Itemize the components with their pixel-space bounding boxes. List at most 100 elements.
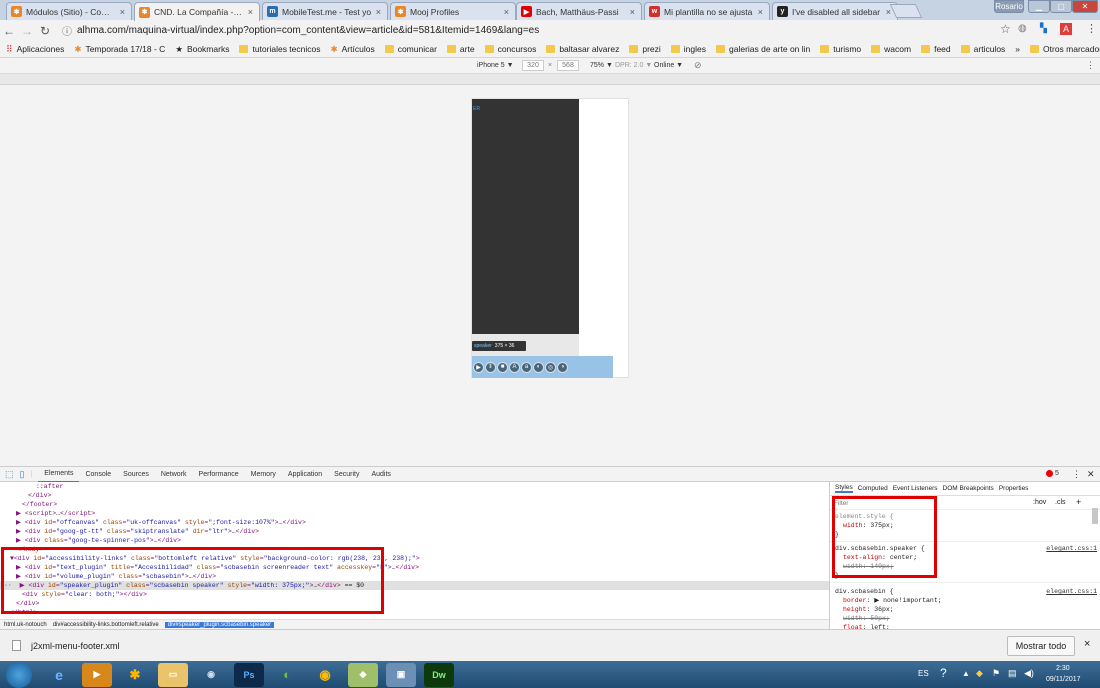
network-icon[interactable]: ▤ — [1008, 668, 1017, 679]
clock-date[interactable]: 09/11/2017 — [1046, 676, 1081, 683]
app-icon[interactable]: ◆ — [348, 662, 378, 687]
browser-tab[interactable]: y I've disabled all sidebar × — [772, 2, 898, 20]
styles-scrollbar[interactable] — [1092, 508, 1098, 524]
close-tab-icon[interactable]: × — [376, 7, 381, 17]
devtools-close-icon[interactable]: ✕ — [1087, 469, 1095, 480]
close-tab-icon[interactable]: × — [758, 7, 763, 17]
tab-elements[interactable]: Elements — [38, 466, 80, 483]
bookmarks-more[interactable]: » — [1015, 44, 1020, 54]
app-icon[interactable]: ✱ — [120, 663, 150, 687]
volume-icon[interactable]: ◀) — [1024, 668, 1034, 679]
tab-computed[interactable]: Computed — [858, 485, 888, 492]
bookmark-folder[interactable]: articulos — [960, 44, 1005, 54]
devtools-menu-icon[interactable]: ⋮ — [1072, 469, 1081, 480]
dreamweaver-icon[interactable]: Dw — [424, 662, 454, 687]
settings-icon[interactable]: ◑ — [557, 361, 568, 373]
bookmark-folder[interactable]: tutoriales tecnicos — [239, 44, 321, 54]
tab-performance[interactable]: Performance — [193, 467, 245, 482]
bookmark-apps[interactable]: ⠿ Aplicaciones — [6, 44, 64, 55]
error-counter[interactable]: 5 — [1046, 470, 1059, 477]
clock-time[interactable]: 2:30 — [1056, 665, 1070, 672]
close-tab-icon[interactable]: × — [630, 7, 635, 17]
tab-dom-breakpoints[interactable]: DOM Breakpoints — [943, 485, 994, 492]
breadcrumb-item[interactable]: div#accessibility-links.bottomleft.relat… — [53, 622, 159, 628]
device-width-input[interactable]: 320 — [522, 60, 544, 71]
download-close-icon[interactable]: × — [1084, 638, 1090, 650]
accessibility-icon[interactable]: A — [509, 361, 520, 373]
dom-line[interactable]: ▶ <div id="goog-gt-tt" class="skiptransl… — [0, 527, 829, 536]
user-profile-button[interactable]: Rosario — [994, 0, 1024, 13]
show-all-button[interactable]: Mostrar todo — [1007, 636, 1075, 656]
extension-icon[interactable]: ▚ — [1040, 23, 1047, 34]
contrast-icon[interactable]: ◐ — [533, 361, 544, 373]
chrome-icon[interactable]: ◉ — [310, 663, 340, 687]
zoom-icon[interactable]: ◎ — [545, 361, 556, 373]
bookmark-folder[interactable]: turismo — [820, 44, 861, 54]
media-player-icon[interactable]: ▶ — [82, 662, 112, 687]
close-tab-icon[interactable]: × — [120, 7, 125, 17]
browser-tab[interactable]: ✱ Mooj Profiles × — [390, 2, 516, 20]
dom-line[interactable]: ▶ <div class="goog-te-spinner-pos">…</di… — [0, 536, 829, 545]
address-bar[interactable]: ⓘ alhma.com/maquina-virtual/index.php?op… — [62, 22, 1100, 39]
tab-styles[interactable]: Styles — [835, 484, 853, 493]
download-filename[interactable]: j2xml-menu-footer.xml — [31, 641, 120, 651]
bookmark-folder[interactable]: galerias de arte on lin — [716, 44, 810, 54]
close-window-button[interactable]: ✕ — [1072, 0, 1098, 13]
forward-icon[interactable]: → — [18, 24, 36, 38]
show-hidden-icons[interactable]: ▲ — [962, 669, 970, 678]
browser-tab-active[interactable]: ✱ CND. La Compañía - Co × — [134, 2, 260, 21]
app-icon[interactable]: ◐ — [272, 663, 302, 687]
help-icon[interactable]: ? — [940, 666, 947, 680]
font-size-icon[interactable]: a — [521, 361, 532, 373]
close-tab-icon[interactable]: × — [504, 7, 509, 17]
extension-icon[interactable]: ◍ — [1018, 23, 1027, 34]
bookmark-folder[interactable]: comunicar — [384, 44, 437, 54]
browser-tab[interactable]: w Mi plantilla no se ajusta × — [644, 2, 770, 20]
close-tab-icon[interactable]: × — [886, 7, 891, 17]
extension-icon[interactable]: A — [1060, 23, 1072, 35]
tab-console[interactable]: Console — [79, 467, 117, 482]
breadcrumb-item[interactable]: html.uk-notouch — [4, 622, 47, 628]
bookmark-folder[interactable]: wacom — [871, 44, 911, 54]
close-tab-icon[interactable]: × — [248, 7, 253, 17]
menu-icon[interactable]: ⋮ — [1086, 22, 1097, 35]
tab-memory[interactable]: Memory — [245, 467, 282, 482]
bookmark-item[interactable]: ★ Bookmarks — [175, 44, 229, 55]
dpr-select[interactable]: DPR: 2.0 ▼ — [615, 62, 652, 69]
language-indicator[interactable]: ES — [918, 669, 929, 678]
photoshop-icon[interactable]: Ps — [234, 662, 264, 687]
add-rule-icon[interactable]: + — [1076, 497, 1081, 507]
browser-tab[interactable]: ▶ Bach, Matthäus-Passi × — [516, 2, 642, 20]
stop-icon[interactable]: ■ — [497, 361, 508, 373]
network-select[interactable]: Online ▼ — [654, 62, 683, 69]
tab-sources[interactable]: Sources — [117, 467, 155, 482]
bookmark-folder[interactable]: prezi — [629, 44, 661, 54]
bookmark-item[interactable]: ✱ Artículos — [331, 44, 375, 55]
minimize-button[interactable]: ▁ — [1028, 0, 1050, 13]
rotate-icon[interactable]: ⊘ — [694, 60, 702, 71]
bookmark-folder[interactable]: feed — [921, 44, 951, 54]
bookmark-item[interactable]: ✱ Temporada 17/18 - C — [74, 44, 165, 55]
bookmark-other[interactable]: Otros marcadores — [1030, 44, 1100, 54]
tab-network[interactable]: Network — [155, 467, 193, 482]
dom-line[interactable]: ▶ <script>…</script> — [0, 509, 829, 518]
bookmark-folder[interactable]: arte — [446, 44, 475, 54]
cls-toggle[interactable]: .cls — [1055, 499, 1066, 506]
breadcrumb-item-selected[interactable]: div#speaker_plugin.scbasebin.speaker — [164, 621, 275, 628]
tab-security[interactable]: Security — [328, 467, 365, 482]
zoom-select[interactable]: 75% ▼ — [590, 62, 613, 69]
hov-toggle[interactable]: :hov — [1033, 499, 1046, 506]
maximize-button[interactable]: ▢ — [1050, 0, 1072, 13]
tab-audits[interactable]: Audits — [365, 467, 396, 482]
device-select[interactable]: iPhone 5 ▼ — [477, 62, 514, 69]
inspect-icon[interactable]: ⬚ — [5, 469, 14, 480]
file-explorer-icon[interactable]: ▭ — [158, 662, 188, 687]
dom-line[interactable]: </div> — [0, 491, 829, 500]
app-icon[interactable]: ◉ — [196, 663, 226, 687]
info-icon[interactable]: ⓘ — [62, 23, 72, 38]
bookmark-folder[interactable]: ingles — [670, 44, 706, 54]
play-icon[interactable]: ▶ — [473, 361, 484, 373]
dom-line[interactable]: </footer> — [0, 500, 829, 509]
bookmark-folder[interactable]: concursos — [484, 44, 536, 54]
style-rule[interactable]: elegant.css:1 div.scbasebin { border: ▶ … — [830, 582, 1100, 629]
